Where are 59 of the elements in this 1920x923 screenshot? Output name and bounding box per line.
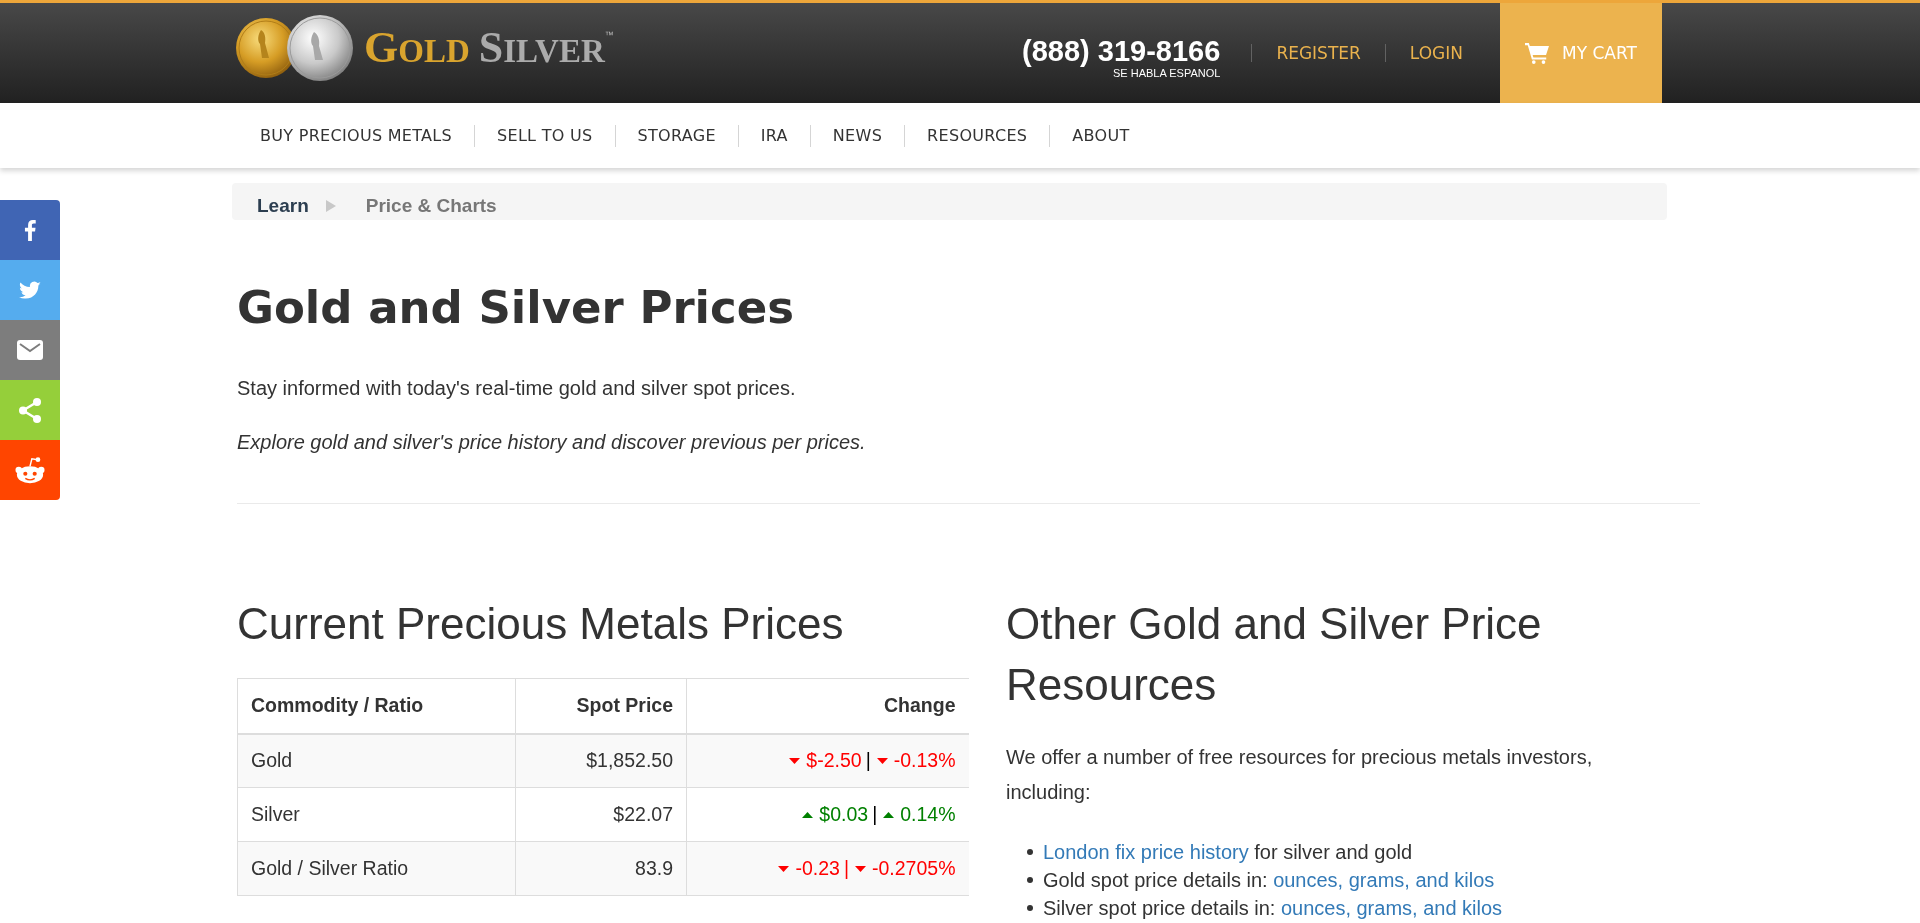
logo-link[interactable]: GOLD SILVER™ [234, 14, 614, 82]
breadcrumb-current: Price & Charts [365, 194, 497, 217]
nav-link[interactable]: RESOURCES [905, 126, 1050, 145]
resources-intro: We offer a number of free resources for precious metals investors, including: [1006, 745, 1594, 805]
coins-icon [234, 14, 354, 82]
bird-icon [19, 281, 41, 299]
table-cell: $1,852.50 [515, 733, 687, 788]
social-share-button[interactable] [0, 200, 60, 260]
value-separator: | [865, 749, 871, 773]
account-link[interactable]: LOGIN [1409, 43, 1463, 63]
column-header: Spot Price [515, 678, 687, 734]
triangle-right-icon [325, 199, 336, 212]
nav-link[interactable]: BUY PRECIOUS METALS [238, 126, 475, 145]
nav-link[interactable]: IRA [738, 126, 810, 145]
change-percent: -0.2705% [872, 857, 956, 880]
value-separator: | [843, 857, 849, 880]
mail-icon [17, 340, 43, 360]
intro-text: Stay informed with today's real-time gold and silver spot prices. [237, 376, 797, 401]
bullet-icon [1027, 905, 1033, 911]
nav-link[interactable]: STORAGE [615, 126, 738, 145]
nav-link[interactable]: ABOUT [1050, 126, 1152, 145]
table-cell: $22.07 [515, 787, 687, 842]
section-heading: Current Precious Metals Prices [237, 598, 845, 650]
cart-icon [1525, 42, 1549, 64]
nav-link[interactable]: NEWS [810, 126, 905, 145]
social-share-button[interactable] [0, 260, 60, 320]
table-cell: Gold / Silver Ratio [237, 841, 516, 896]
page-title: Gold and Silver Prices [237, 280, 795, 335]
resource-link[interactable]: London fix price history [1043, 841, 1249, 863]
intro-note: Explore gold and silver's price history and discover previous per prices. [237, 430, 867, 455]
resource-text: Silver spot price details in: ounces, grams, and kilos [1043, 896, 1503, 921]
resource-link[interactable]: ounces, grams, and kilos [1280, 897, 1503, 919]
column-header: Commodity / Ratio [237, 678, 516, 734]
social-share-button[interactable] [0, 320, 60, 380]
nav-link[interactable]: SELL TO US [475, 126, 615, 145]
change-amount: $-2.50 [806, 749, 862, 773]
table-cell: 83.9 [515, 841, 687, 896]
table-cell: Gold [237, 733, 516, 788]
bullet-icon [1027, 849, 1033, 855]
section-heading: Other Gold and Silver Price Resources [1006, 598, 1543, 711]
resource-text: Gold spot price details in: ounces, grams, and kilos [1043, 868, 1495, 893]
alien-face-icon [15, 456, 45, 484]
column-header: Change [686, 678, 969, 734]
account-link[interactable]: REGISTER [1276, 43, 1361, 63]
change-amount: -0.23 [795, 857, 840, 880]
resource-link[interactable]: ounces, grams, and kilos [1273, 869, 1495, 891]
value-separator: | [872, 803, 878, 826]
phone-note: SE HABLA ESPANOL [1112, 67, 1221, 79]
social-share-button[interactable] [0, 440, 60, 500]
share-icon [19, 397, 41, 423]
change-percent: -0.13% [893, 749, 956, 773]
phone-number[interactable]: (888) 319-8166 [1022, 36, 1221, 67]
change-percent: 0.14% [900, 803, 956, 826]
resource-text: London fix price history for silver and gold [1043, 840, 1413, 865]
facebook-icon [24, 219, 36, 241]
bullet-icon [1027, 877, 1033, 883]
change-amount: $0.03 [819, 803, 869, 826]
breadcrumb-link[interactable]: Learn [257, 194, 309, 217]
table-cell: Silver [237, 787, 516, 842]
